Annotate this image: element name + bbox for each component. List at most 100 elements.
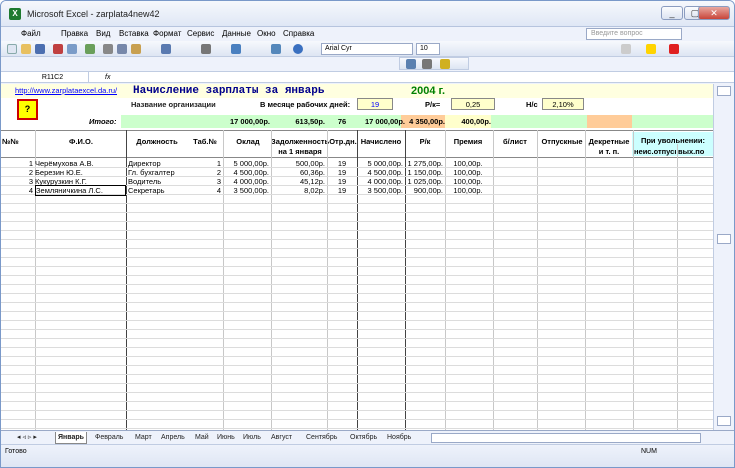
tab-nav-icon[interactable]: ◂ ◃ ▹ ▸	[15, 432, 39, 443]
total-accrued: 17 000,00р.	[364, 117, 405, 126]
employee-bonus[interactable]: 100,00р.	[445, 185, 491, 196]
save-icon[interactable]	[35, 44, 45, 54]
chart-icon[interactable]	[271, 44, 281, 54]
totals-label: Итого:	[89, 117, 117, 126]
grid-row-line	[1, 221, 713, 222]
name-box[interactable]: R11C2	[17, 72, 89, 83]
preview-icon[interactable]	[67, 44, 77, 54]
tab-april[interactable]: Апрель	[159, 432, 187, 443]
tab-july[interactable]: Июль	[241, 432, 263, 443]
rk-input[interactable]: 0,25	[451, 98, 495, 110]
menu-view[interactable]: Вид	[96, 29, 110, 38]
tab-may[interactable]: Май	[193, 432, 211, 443]
col-debt-subheader: на 1 января	[278, 147, 322, 156]
grid-row-line	[1, 365, 713, 366]
menu-insert[interactable]: Вставка	[119, 29, 149, 38]
menu-format[interactable]: Формат	[153, 29, 181, 38]
font-color-icon[interactable]	[669, 44, 679, 54]
sheet-tabs: ◂ ◃ ▹ ▸ Январь Февраль Март Апрель Май И…	[1, 430, 734, 444]
ns-input[interactable]: 2,10%	[542, 98, 584, 110]
workdays-input[interactable]: 19	[357, 98, 393, 110]
spelling-icon[interactable]	[85, 44, 95, 54]
grid-row-line	[1, 284, 713, 285]
menu-edit[interactable]: Правка	[61, 29, 88, 38]
col-decr-subheader: и т. п.	[598, 147, 620, 156]
print-icon[interactable]	[53, 44, 63, 54]
cut-icon[interactable]	[103, 44, 113, 54]
col-fio-header: Ф.И.О.	[69, 137, 93, 146]
vertical-scrollbar[interactable]	[713, 84, 734, 430]
tab-august[interactable]: Август	[269, 432, 294, 443]
reviewing-toolbar	[399, 57, 469, 70]
grid-row-line	[1, 374, 713, 375]
tab-september[interactable]: Сентябрь	[304, 432, 339, 443]
grid-row-line	[1, 320, 713, 321]
sheet-title: Начисление зарплаты за январь	[133, 85, 325, 97]
close-button[interactable]: ✕	[698, 6, 730, 20]
menu-data[interactable]: Данные	[222, 29, 251, 38]
menu-help[interactable]: Справка	[283, 29, 314, 38]
font-name-select[interactable]: Arial Cyr	[321, 43, 413, 55]
tab-november[interactable]: Ноябрь	[385, 432, 413, 443]
undo-icon[interactable]	[161, 44, 171, 54]
help-question-button[interactable]: ?	[17, 99, 38, 120]
employee-rk: 900,00р.	[413, 186, 443, 195]
help-question-input[interactable]: Введите вопрос	[586, 28, 682, 40]
grid-row-line	[1, 275, 713, 276]
autosum-icon[interactable]	[201, 44, 211, 54]
employee-oklad[interactable]: 3 500,00р.	[223, 185, 269, 196]
paste-icon[interactable]	[131, 44, 141, 54]
grid-row-line	[1, 212, 713, 213]
sort-icon[interactable]	[231, 44, 241, 54]
reply-icon[interactable]	[422, 59, 432, 69]
col-dismissal-benefit: вых.по	[678, 147, 705, 156]
minimize-button[interactable]: _	[661, 6, 683, 20]
grid-row-line	[1, 266, 713, 267]
menu-file[interactable]: Файл	[21, 29, 41, 38]
formula-bar: R11C2 fx	[1, 71, 734, 83]
font-size-select[interactable]: 10	[416, 43, 440, 55]
grid-row-line	[1, 302, 713, 303]
tab-february[interactable]: Февраль	[93, 432, 125, 443]
fill-color-icon[interactable]	[646, 44, 656, 54]
fx-icon[interactable]: fx	[105, 72, 110, 83]
excel-window: X Microsoft Excel - zarplata4new42 _ ▢ ✕…	[0, 0, 735, 468]
title-bar: X Microsoft Excel - zarplata4new42 _ ▢ ✕	[1, 1, 734, 27]
menu-window[interactable]: Окно	[257, 29, 276, 38]
col-accrued-header: Начислено	[360, 137, 402, 146]
open-icon[interactable]	[21, 44, 31, 54]
employee-days[interactable]: 19	[327, 185, 357, 196]
track-icon[interactable]	[406, 59, 416, 69]
scroll-down-icon[interactable]	[717, 416, 731, 426]
menu-tools[interactable]: Сервис	[187, 29, 214, 38]
grid-row-line	[1, 239, 713, 240]
row-number: 4	[28, 186, 33, 195]
copy-icon[interactable]	[117, 44, 127, 54]
help-bulb-icon[interactable]	[440, 59, 450, 69]
horizontal-scrollbar[interactable]	[431, 433, 701, 443]
borders-icon[interactable]	[621, 44, 631, 54]
website-link[interactable]: http://www.zarplataexcel.da.ru/	[15, 85, 117, 96]
grid-row-line	[1, 248, 713, 249]
grid-row-line	[1, 419, 713, 420]
employee-tab-number[interactable]: 4	[187, 185, 221, 196]
col-oklad-header: Оклад	[236, 137, 260, 146]
workdays-label: В месяце рабочих дней:	[260, 100, 351, 109]
tab-march[interactable]: Март	[133, 432, 154, 443]
excel-app-icon: X	[9, 8, 21, 20]
worksheet-grid[interactable]: ? http://www.zarplataexcel.da.ru/ Начисл…	[1, 84, 713, 430]
scroll-thumb[interactable]	[717, 234, 731, 244]
tab-june[interactable]: Июнь	[215, 432, 237, 443]
scroll-up-icon[interactable]	[717, 86, 731, 96]
employee-debt[interactable]: 8,02р.	[271, 185, 325, 196]
status-num: NUM	[641, 448, 657, 455]
tab-january[interactable]: Январь	[55, 432, 87, 444]
help-icon[interactable]	[293, 44, 303, 54]
employee-accrued: 3 500,00р.	[367, 186, 403, 195]
rk-label: Р/к=	[425, 100, 441, 109]
employee-name[interactable]: Земляничкина Л.С.	[35, 185, 126, 196]
grid-row-line	[1, 401, 713, 402]
new-icon[interactable]	[7, 44, 17, 54]
grid-row-line	[1, 428, 713, 429]
tab-october[interactable]: Октябрь	[348, 432, 379, 443]
